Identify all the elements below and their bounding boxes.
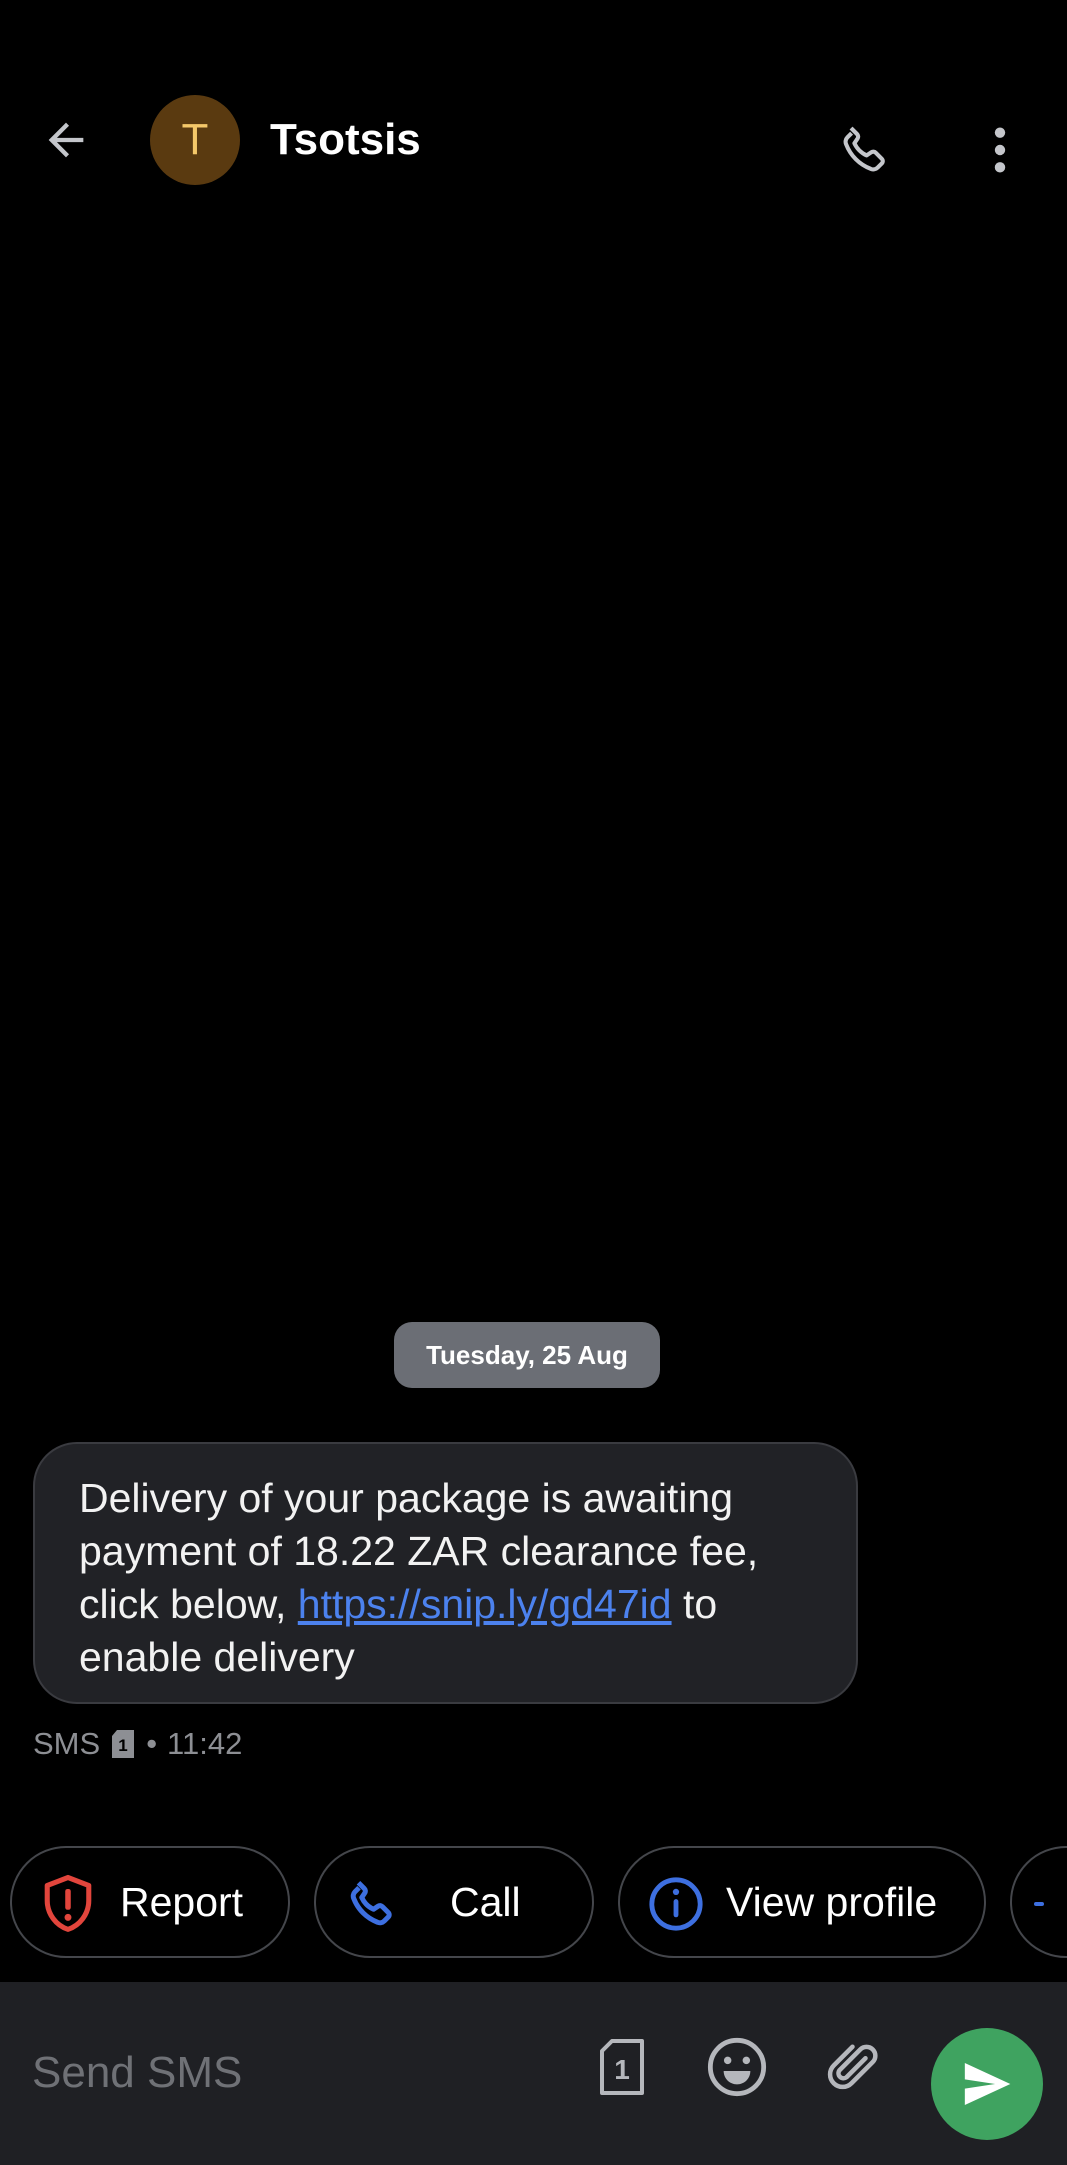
partial-action-icon	[1034, 1902, 1044, 1906]
report-label: Report	[120, 1878, 244, 1925]
phone-icon	[342, 1874, 402, 1934]
arrow-left-icon	[48, 122, 84, 158]
avatar-letter: T	[181, 115, 209, 164]
info-icon	[646, 1874, 706, 1934]
contact-name[interactable]: Tsotsis	[270, 112, 421, 168]
sim-card-icon: 1	[600, 2039, 644, 2095]
sim-card-number: 1	[118, 1736, 127, 1755]
more-vertical-icon	[994, 127, 1006, 173]
shield-alert-icon	[38, 1874, 98, 1934]
message-bubble[interactable]: Delivery of your package is awaiting pay…	[33, 1442, 858, 1704]
phone-icon	[843, 126, 885, 172]
back-button[interactable]	[30, 110, 102, 170]
date-divider: Tuesday, 25 Aug	[394, 1322, 660, 1388]
more-options-button[interactable]	[960, 105, 1040, 195]
conversation-header: T Tsotsis	[0, 90, 1067, 190]
attach-button[interactable]	[813, 2022, 893, 2112]
paperclip-icon	[827, 2044, 878, 2090]
call-label: Call	[450, 1878, 521, 1925]
view-profile-label: View profile	[726, 1878, 938, 1925]
meta-separator: •	[146, 1726, 158, 1761]
report-button[interactable]: Report	[10, 1846, 290, 1958]
sms-input[interactable]	[30, 2032, 554, 2114]
composer-bar: 1	[0, 1982, 1067, 2165]
send-icon	[964, 2063, 1011, 2105]
avatar[interactable]: T	[150, 95, 240, 185]
emoji-icon	[707, 2037, 767, 2097]
message-meta: SMS 1 • 11:42	[33, 1724, 242, 1764]
send-button[interactable]	[931, 2028, 1043, 2140]
sim-select-button[interactable]: 1	[582, 2022, 662, 2112]
call-button[interactable]	[820, 105, 910, 195]
message-link[interactable]: https://snip.ly/gd47id	[298, 1581, 672, 1627]
message-time: 11:42	[167, 1726, 243, 1761]
view-profile-button[interactable]: View profile	[618, 1846, 986, 1958]
composer-sim-number: 1	[614, 2054, 630, 2085]
suggested-actions: Report Call View profile	[0, 1846, 1067, 1958]
sim-card-icon: 1	[110, 1729, 136, 1759]
call-action-button[interactable]: Call	[314, 1846, 594, 1958]
more-actions-button[interactable]	[1010, 1846, 1067, 1958]
message-channel: SMS	[33, 1726, 101, 1761]
message-text: Delivery of your package is awaiting pay…	[79, 1472, 812, 1684]
emoji-button[interactable]	[697, 2022, 777, 2112]
